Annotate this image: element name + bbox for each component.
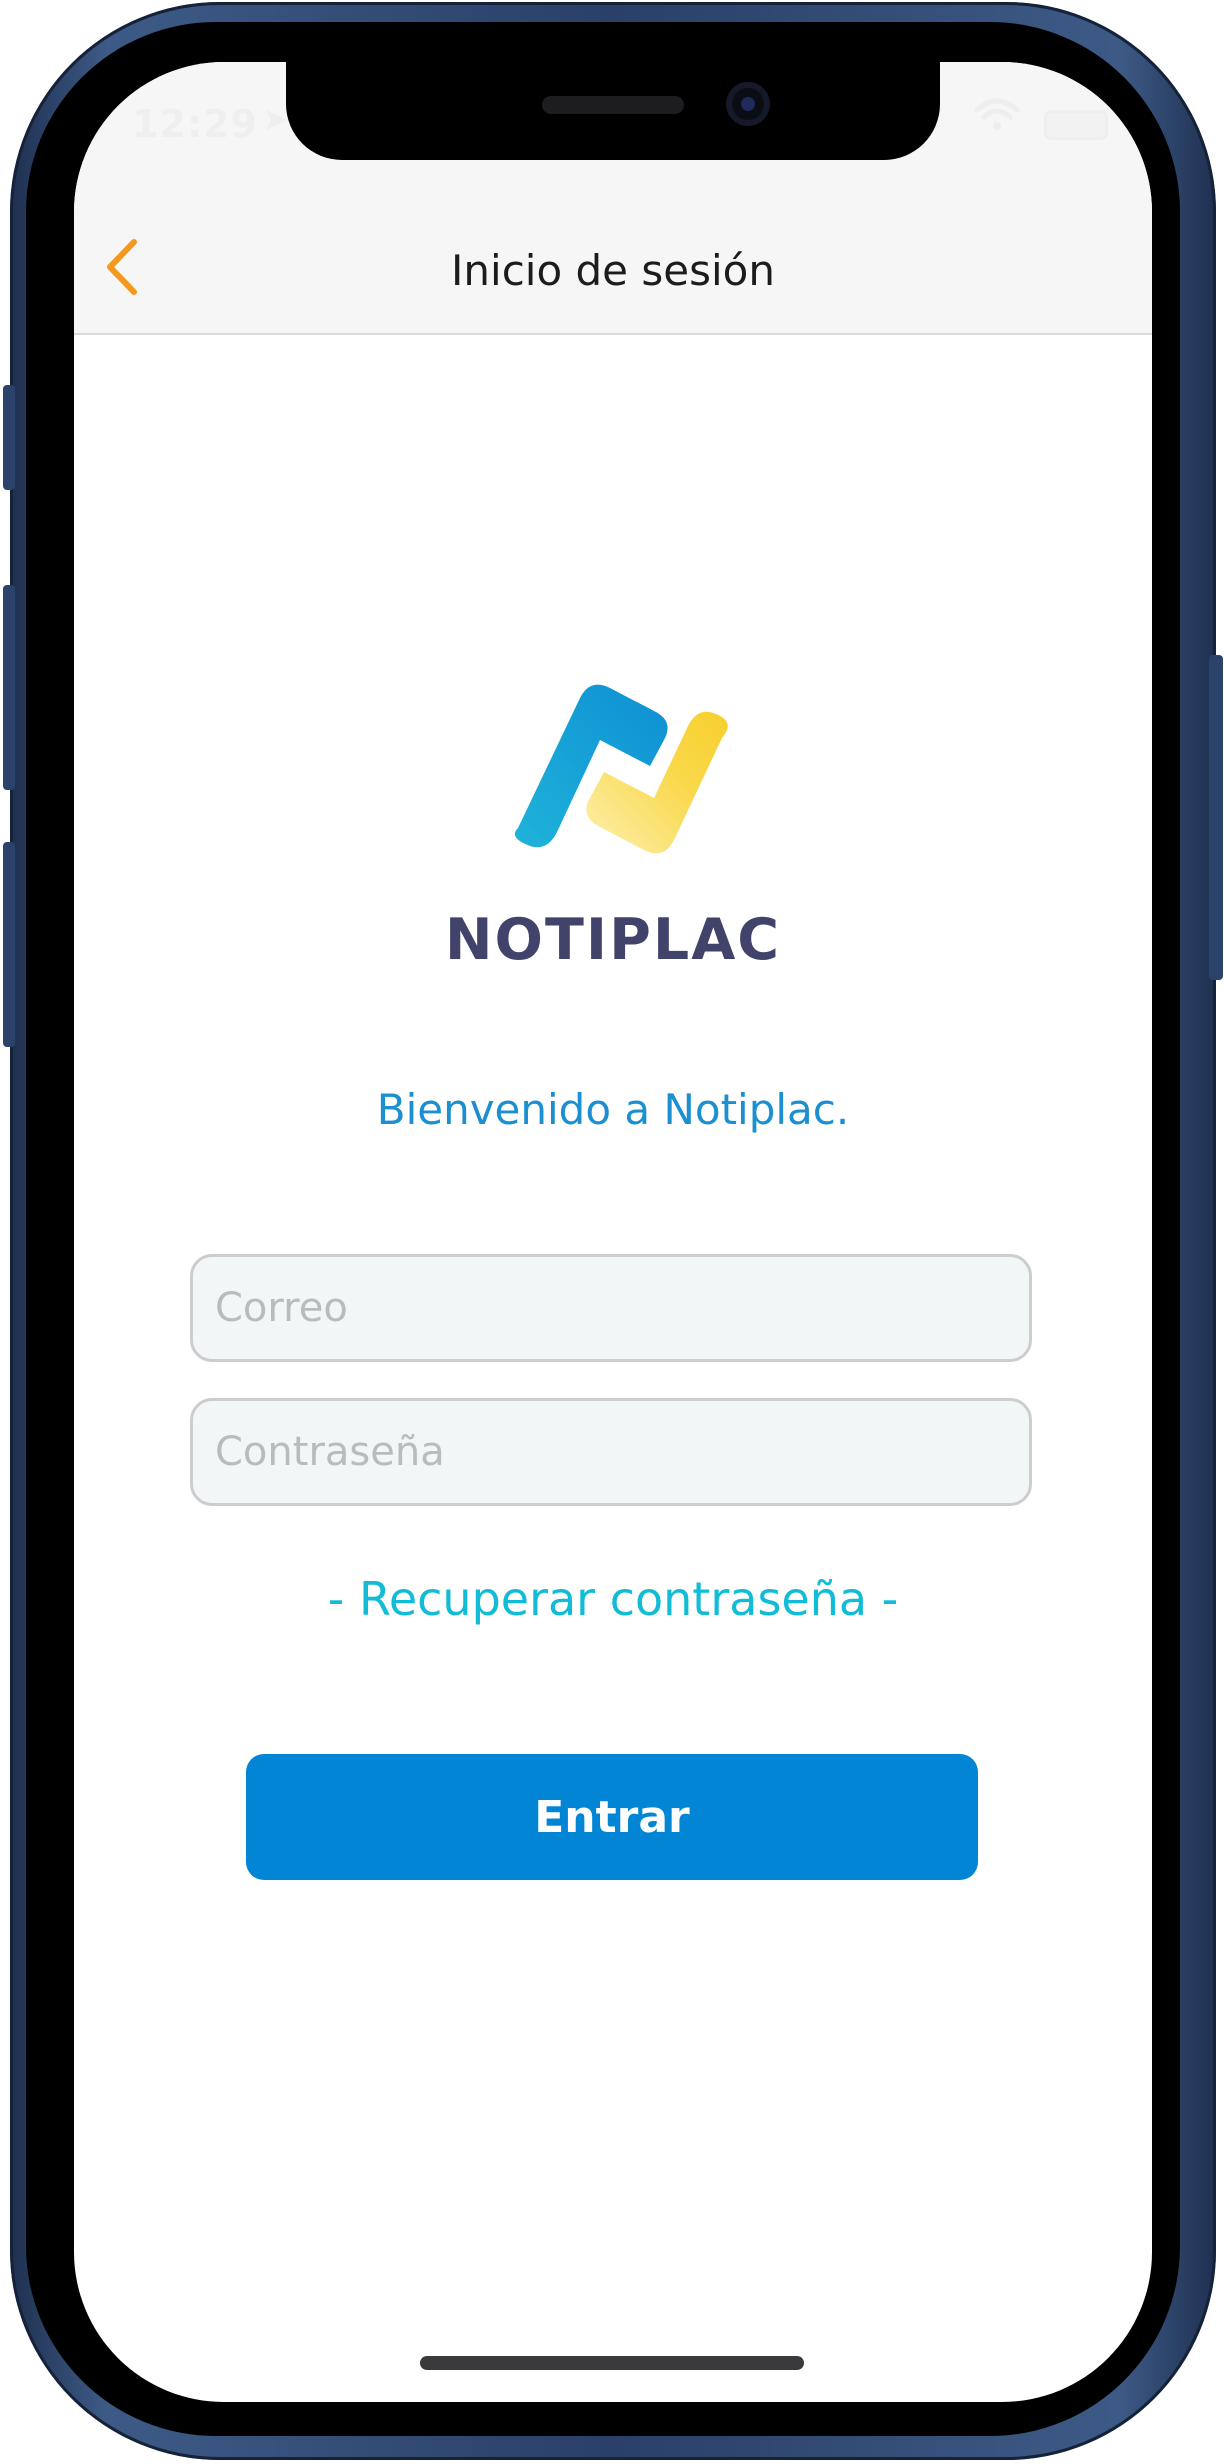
front-camera [726, 82, 770, 126]
volume-up-button [3, 585, 15, 790]
notch [286, 62, 940, 160]
volume-down-button [3, 842, 15, 1047]
notiplac-logo [514, 684, 728, 854]
password-field[interactable] [190, 1398, 1032, 1506]
wifi-icon [974, 98, 1020, 141]
page-title: Inicio de sesión [451, 246, 775, 295]
email-field[interactable] [190, 1254, 1032, 1362]
login-button[interactable]: Entrar [246, 1754, 978, 1880]
silent-switch [3, 385, 15, 490]
brand-name: NOTIPLAC [444, 907, 782, 973]
status-time: 12:29 [132, 102, 258, 146]
app-screen: 12:29 ➤ Inicio de sesión NOTIPLAC Bienve… [74, 62, 1152, 2402]
recover-password-link[interactable]: - Recuperar contraseña - [74, 1572, 1152, 1626]
welcome-message: Bienvenido a Notiplac. [376, 1085, 850, 1134]
navigation-bar: 12:29 ➤ Inicio de sesión [74, 62, 1152, 335]
home-indicator[interactable] [420, 2356, 804, 2370]
power-button [1209, 655, 1223, 980]
speaker-grille [542, 96, 684, 114]
location-arrow-icon: ➤ [262, 100, 289, 138]
battery-icon [1044, 110, 1108, 140]
